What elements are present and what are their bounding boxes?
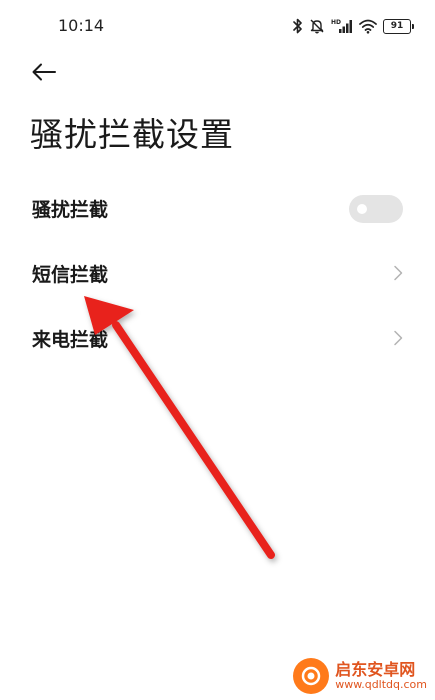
page-title: 骚扰拦截设置 <box>30 115 234 154</box>
status-icons: HD 91 <box>293 15 414 37</box>
back-button[interactable] <box>28 58 60 86</box>
bluetooth-icon <box>293 18 302 34</box>
signal-icon: HD <box>331 19 352 33</box>
setting-label: 骚扰拦截 <box>32 199 109 221</box>
watermark-name: 启东安卓网 <box>335 660 416 680</box>
battery-icon: 91 <box>383 18 414 34</box>
setting-row-call-block[interactable]: 来电拦截 <box>0 306 435 371</box>
watermark-url: www.qdltdq.com <box>335 677 427 691</box>
chevron-right-icon <box>394 330 403 346</box>
watermark: 启东安卓网 www.qdltdq.com <box>293 658 427 694</box>
logo-mark <box>301 666 321 686</box>
settings-list: 骚扰拦截 短信拦截 来电拦截 <box>0 176 435 371</box>
setting-row-harassment-block[interactable]: 骚扰拦截 <box>0 176 435 241</box>
setting-label: 短信拦截 <box>32 264 109 286</box>
toggle-knob <box>357 204 367 214</box>
bell-muted-icon <box>310 19 324 34</box>
site-logo-icon <box>293 658 330 694</box>
setting-label: 来电拦截 <box>32 329 109 351</box>
watermark-text: 启东安卓网 www.qdltdq.com <box>335 661 427 691</box>
harassment-block-toggle[interactable] <box>349 195 403 223</box>
status-time: 10:14 <box>58 16 105 35</box>
chevron-right-icon <box>394 265 403 281</box>
arrow-left-icon <box>32 63 56 81</box>
status-bar: 10:14 HD 91 <box>0 0 435 50</box>
setting-row-sms-block[interactable]: 短信拦截 <box>0 241 435 306</box>
wifi-icon <box>359 19 377 34</box>
battery-level: 91 <box>390 20 404 31</box>
hd-label: HD <box>331 19 341 26</box>
